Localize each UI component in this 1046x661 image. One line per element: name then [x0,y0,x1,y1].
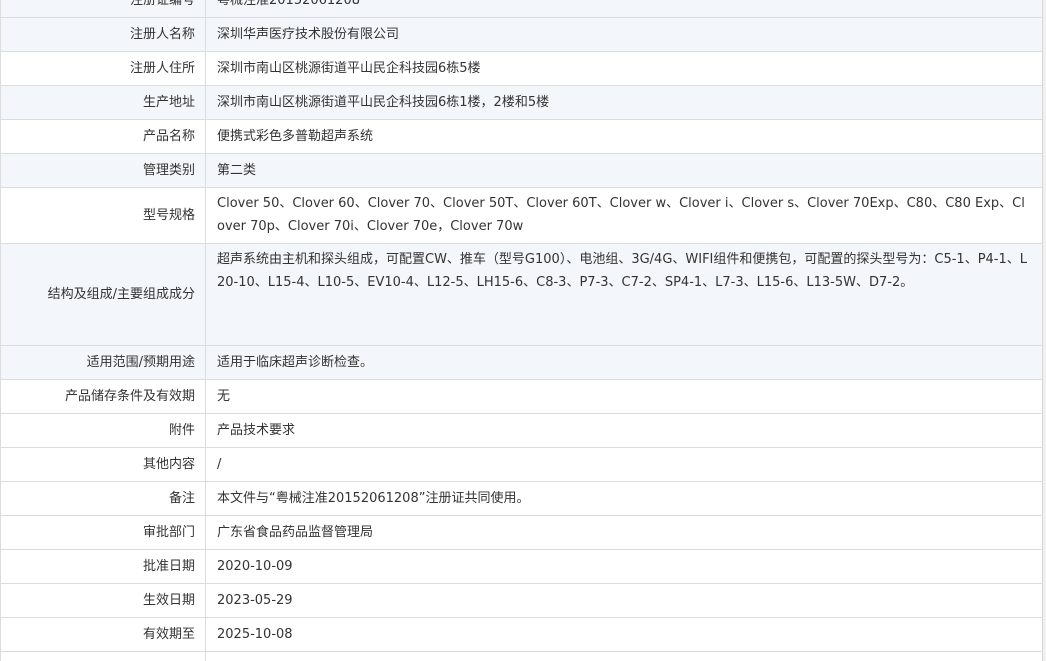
field-value: 粤械注准20152061208 [205,0,1043,18]
row-approval-date: 批准日期 2020-10-09 [0,549,1043,584]
field-value: 深圳华声医疗技术股份有限公司 [205,17,1043,52]
field-value: 2023-05-29 [205,583,1043,618]
row-approval-department: 审批部门 广东省食品药品监督管理局 [0,515,1043,550]
field-value: 2025-10-08 [205,617,1043,652]
row-remarks: 备注 本文件与“粤械注准20152061208”注册证共同使用。 [0,481,1043,516]
row-registrant-address: 注册人住所 深圳市南山区桃源街道平山民企科技园6栋5楼 [0,51,1043,86]
field-value: 超声系统由主机和探头组成，可配置CW、推车（型号G100）、电池组、3G/4G、… [205,243,1043,346]
field-value: 深圳市南山区桃源街道平山民企科技园6栋1楼，2楼和5楼 [205,85,1043,120]
field-value: 产品技术要求 [205,413,1043,448]
field-label: 结构及组成/主要组成成分 [0,243,206,346]
field-label: 审批部门 [0,515,206,550]
row-structure-composition: 结构及组成/主要组成成分 超声系统由主机和探头组成，可配置CW、推车（型号G10… [0,243,1043,346]
field-label: 注册人名称 [0,17,206,52]
field-label: 备注 [0,481,206,516]
field-label: 生效日期 [0,583,206,618]
row-attachment: 附件 产品技术要求 [0,413,1043,448]
field-value: / [205,447,1043,482]
field-label: 有效期至 [0,617,206,652]
row-storage-validity: 产品储存条件及有效期 无 [0,379,1043,414]
field-label [0,651,206,661]
field-value: 第二类 [205,153,1043,188]
field-label: 注册证编号 [0,0,206,18]
row-registrant-name: 注册人名称 深圳华声医疗技术股份有限公司 [0,17,1043,52]
field-value: 适用于临床超声诊断检查。 [205,345,1043,380]
field-label: 批准日期 [0,549,206,584]
field-label: 其他内容 [0,447,206,482]
row-intended-use: 适用范围/预期用途 适用于临床超声诊断检查。 [0,345,1043,380]
field-value: Clover 50、Clover 60、Clover 70、Clover 50T… [205,187,1043,244]
row-valid-until: 有效期至 2025-10-08 [0,617,1043,652]
field-value: 本文件与“粤械注准20152061208”注册证共同使用。 [205,481,1043,516]
vertical-scrollbar[interactable] [1042,0,1046,661]
field-value [205,651,1043,661]
field-value: 便携式彩色多普勒超声系统 [205,119,1043,154]
row-other-content: 其他内容 / [0,447,1043,482]
row-registration-number: 注册证编号 粤械注准20152061208 [0,0,1043,18]
row-partial [0,651,1043,661]
field-label: 附件 [0,413,206,448]
field-value: 无 [205,379,1043,414]
field-label: 管理类别 [0,153,206,188]
row-effective-date: 生效日期 2023-05-29 [0,583,1043,618]
row-product-name: 产品名称 便携式彩色多普勒超声系统 [0,119,1043,154]
registration-detail-table: 注册证编号 粤械注准20152061208 注册人名称 深圳华声医疗技术股份有限… [0,0,1043,661]
detail-viewport: 注册证编号 粤械注准20152061208 注册人名称 深圳华声医疗技术股份有限… [0,0,1046,661]
field-label: 注册人住所 [0,51,206,86]
field-label: 产品储存条件及有效期 [0,379,206,414]
row-management-category: 管理类别 第二类 [0,153,1043,188]
row-model-specification: 型号规格 Clover 50、Clover 60、Clover 70、Clove… [0,187,1043,244]
field-label: 型号规格 [0,187,206,244]
field-value: 深圳市南山区桃源街道平山民企科技园6栋5楼 [205,51,1043,86]
field-label: 产品名称 [0,119,206,154]
row-production-address: 生产地址 深圳市南山区桃源街道平山民企科技园6栋1楼，2楼和5楼 [0,85,1043,120]
field-label: 适用范围/预期用途 [0,345,206,380]
field-value: 广东省食品药品监督管理局 [205,515,1043,550]
field-label: 生产地址 [0,85,206,120]
field-value: 2020-10-09 [205,549,1043,584]
